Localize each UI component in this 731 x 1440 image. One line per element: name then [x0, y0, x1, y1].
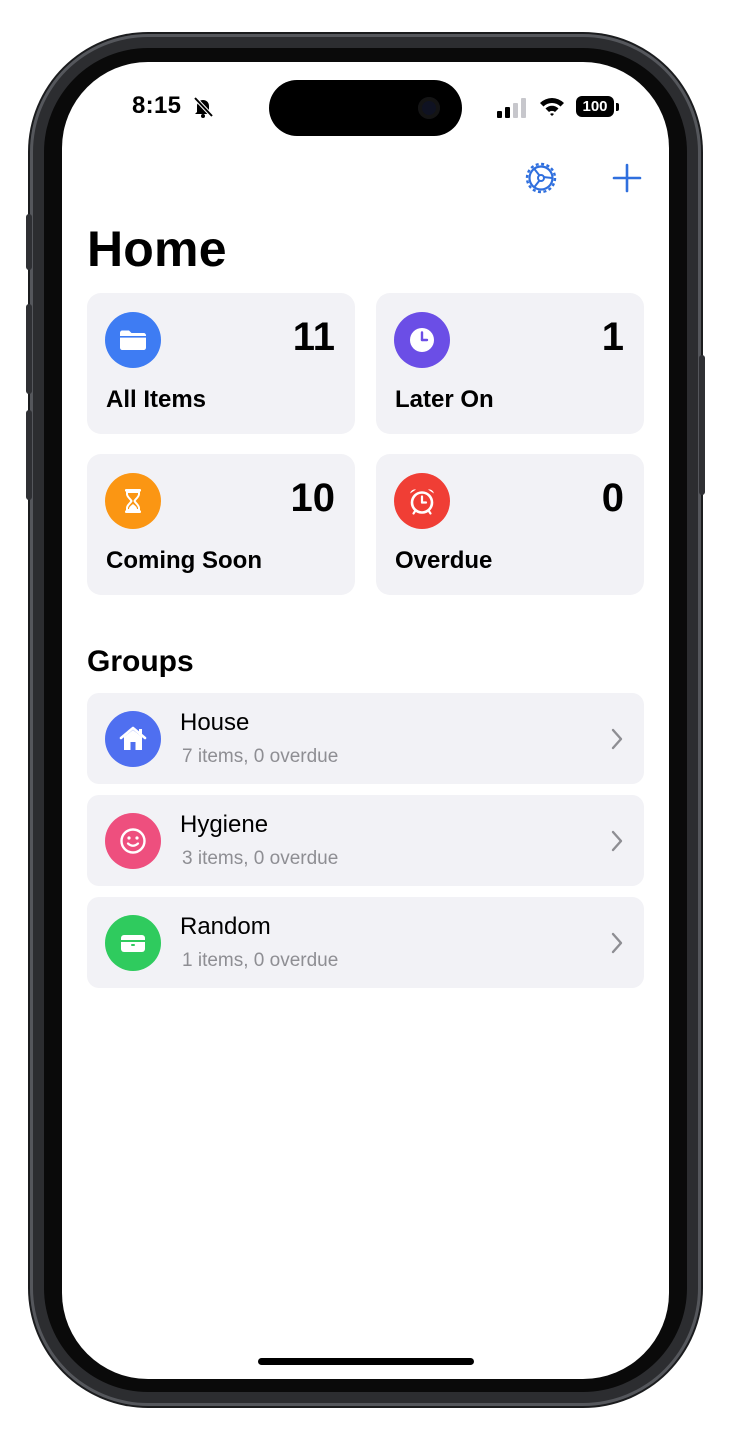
card-overdue[interactable]: 0 Overdue — [376, 454, 644, 595]
settings-button[interactable] — [521, 158, 561, 198]
add-button[interactable] — [607, 158, 647, 198]
smiley-icon — [120, 828, 146, 854]
folder-icon — [120, 330, 146, 350]
card-label: All Items — [106, 386, 207, 413]
wifi-icon — [540, 98, 564, 116]
card-later-on[interactable]: 1 Later On — [376, 293, 644, 434]
group-name: House — [180, 709, 250, 736]
bell-slash-icon — [193, 96, 214, 118]
box-icon — [121, 935, 145, 952]
card-label: Overdue — [395, 547, 493, 574]
volume-up-button — [26, 304, 32, 394]
group-subtitle: 7 items, 0 overdue — [182, 746, 339, 767]
card-count: 1 — [601, 315, 624, 359]
page-title: Home — [87, 221, 227, 277]
hourglass-icon — [125, 489, 141, 513]
group-icon-bg — [105, 915, 161, 971]
gear-icon — [525, 162, 557, 194]
card-icon-bg — [105, 473, 161, 529]
group-name: Random — [180, 913, 271, 940]
group-row-hygiene[interactable]: Hygiene 3 items, 0 overdue — [87, 795, 644, 886]
group-subtitle: 1 items, 0 overdue — [182, 950, 339, 971]
card-icon-bg — [394, 312, 450, 368]
cellular-signal-icon — [497, 98, 526, 118]
card-coming-soon[interactable]: 10 Coming Soon — [87, 454, 355, 595]
chevron-right-icon — [611, 932, 623, 954]
battery-icon: 100 — [576, 96, 614, 117]
alarm-clock-icon — [410, 489, 434, 515]
card-all-items[interactable]: 11 All Items — [87, 293, 355, 434]
group-icon-bg — [105, 711, 161, 767]
card-count: 0 — [601, 476, 624, 520]
plus-icon — [612, 163, 642, 193]
groups-heading: Groups — [87, 645, 194, 678]
card-icon-bg — [105, 312, 161, 368]
status-time: 8:15 — [132, 92, 182, 119]
group-row-random[interactable]: Random 1 items, 0 overdue — [87, 897, 644, 988]
camera-icon — [418, 97, 440, 119]
group-icon-bg — [105, 813, 161, 869]
card-label: Later On — [395, 386, 494, 413]
screen: 8:15 100 Home 11 All Items 1 Later On 10… — [62, 62, 669, 1379]
home-indicator[interactable] — [258, 1358, 474, 1365]
house-icon — [119, 726, 147, 750]
volume-down-button — [26, 410, 32, 500]
chevron-right-icon — [611, 728, 623, 750]
chevron-right-icon — [611, 830, 623, 852]
card-count: 10 — [290, 476, 336, 520]
group-row-house[interactable]: House 7 items, 0 overdue — [87, 693, 644, 784]
power-button — [699, 355, 705, 495]
group-subtitle: 3 items, 0 overdue — [182, 848, 339, 869]
dynamic-island — [269, 80, 462, 136]
card-count: 11 — [292, 315, 335, 359]
card-label: Coming Soon — [106, 547, 262, 574]
clock-icon — [410, 328, 434, 352]
group-name: Hygiene — [180, 811, 269, 838]
action-button — [26, 214, 32, 270]
battery-tip — [616, 103, 619, 111]
card-icon-bg — [394, 473, 450, 529]
